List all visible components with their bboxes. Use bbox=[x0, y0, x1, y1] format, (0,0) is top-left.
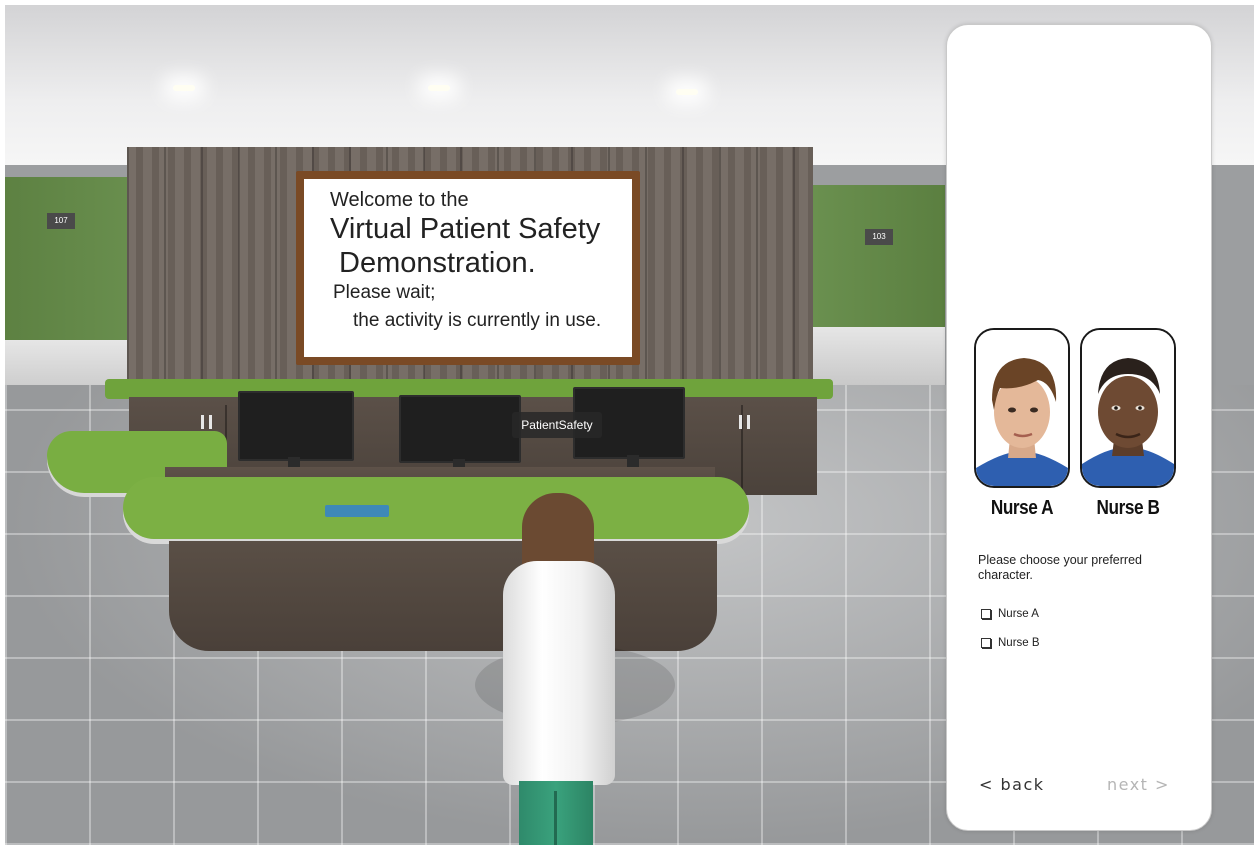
ceiling-light bbox=[428, 85, 450, 91]
sign-line: Please wait; bbox=[333, 282, 436, 303]
sign-line: Welcome to the bbox=[330, 189, 469, 211]
cabinet-handle bbox=[747, 415, 750, 429]
back-button[interactable]: < back bbox=[979, 775, 1045, 794]
avatar-leg-gap bbox=[554, 791, 557, 845]
nurse-b-portrait-icon bbox=[1082, 330, 1174, 486]
character-selection-panel: Nurse A Nurse B Please choose your prefe… bbox=[946, 24, 1212, 831]
ceiling-light bbox=[676, 89, 698, 95]
option-label: Nurse B bbox=[998, 637, 1040, 649]
option-nurse-a[interactable]: Nurse A bbox=[981, 605, 1039, 623]
welcome-sign: Welcome to the Virtual Patient Safety De… bbox=[296, 171, 640, 365]
computer-monitor bbox=[238, 391, 354, 461]
checkbox-icon[interactable] bbox=[981, 609, 991, 619]
cabinet-handle bbox=[739, 415, 742, 429]
counter-front-top bbox=[123, 477, 749, 539]
option-nurse-b[interactable]: Nurse B bbox=[981, 634, 1040, 652]
room-number-plate: 107 bbox=[47, 213, 75, 229]
object-tooltip: PatientSafety bbox=[512, 412, 602, 438]
room-number-plate: 103 bbox=[865, 229, 893, 245]
nurse-a-label: Nurse A bbox=[990, 497, 1054, 519]
welcome-sign-board: Welcome to the Virtual Patient Safety De… bbox=[304, 179, 632, 357]
sign-line: Virtual Patient Safety bbox=[330, 213, 601, 245]
right-wall bbox=[805, 185, 945, 345]
document-tray bbox=[325, 505, 389, 517]
next-button[interactable]: next > bbox=[1107, 775, 1170, 794]
avatar-lab-coat bbox=[503, 561, 615, 785]
option-label: Nurse A bbox=[998, 608, 1039, 620]
computer-monitor bbox=[399, 395, 521, 463]
sign-line: the activity is currently in use. bbox=[353, 310, 602, 331]
ceiling-light bbox=[173, 85, 195, 91]
cabinet-handle bbox=[209, 415, 212, 429]
cabinet-handle bbox=[201, 415, 204, 429]
nurse-b-portrait-button[interactable] bbox=[1080, 328, 1176, 488]
nurse-a-portrait-button[interactable] bbox=[974, 328, 1070, 488]
selection-prompt: Please choose your preferred character. bbox=[978, 553, 1142, 582]
sign-line: Demonstration. bbox=[339, 247, 536, 279]
counter-front bbox=[169, 541, 717, 651]
nurse-b-label: Nurse B bbox=[1096, 497, 1160, 519]
checkbox-icon[interactable] bbox=[981, 638, 991, 648]
nurse-a-portrait-icon bbox=[976, 330, 1068, 486]
